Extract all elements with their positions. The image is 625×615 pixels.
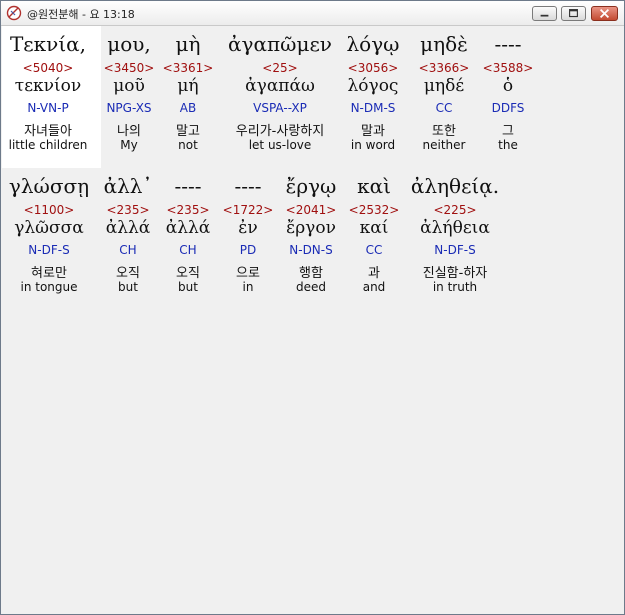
english-gloss: the bbox=[498, 138, 518, 152]
korean-gloss: 으로 bbox=[236, 266, 260, 281]
korean-gloss: 그 bbox=[502, 124, 514, 139]
greek-word: μου, bbox=[107, 32, 151, 56]
greek-word: ---- bbox=[174, 174, 202, 198]
strong-number: <235> bbox=[166, 203, 210, 217]
greek-word: ---- bbox=[494, 32, 522, 56]
korean-gloss: 나의 bbox=[117, 124, 141, 139]
english-gloss: and bbox=[362, 280, 386, 294]
strong-number: <1100> bbox=[23, 203, 75, 217]
greek-word: μηδὲ bbox=[420, 32, 468, 56]
parsing-code: CH bbox=[179, 243, 197, 257]
parsing-code: N-DM-S bbox=[350, 101, 396, 115]
parsing-code: AB bbox=[179, 101, 197, 115]
strong-number: <1722> bbox=[222, 203, 274, 217]
english-gloss: little children bbox=[8, 138, 88, 152]
parsing-code: CC bbox=[365, 243, 383, 257]
strong-number: <25> bbox=[262, 61, 298, 75]
strong-number: <3361> bbox=[162, 61, 214, 75]
greek-word: Τεκνία, bbox=[9, 32, 87, 56]
parsing-code: N-DN-S bbox=[289, 243, 333, 257]
app-icon bbox=[6, 5, 22, 21]
greek-word: ἀληθείᾳ. bbox=[410, 174, 500, 198]
greek-word: ἀλλ᾽ bbox=[103, 174, 153, 198]
greek-word: ἀγαπῶμεν bbox=[228, 32, 332, 56]
strong-number: <2532> bbox=[348, 203, 400, 217]
strong-number: <5040> bbox=[22, 61, 74, 75]
minimize-button[interactable] bbox=[532, 6, 557, 21]
strong-number: <3450> bbox=[103, 61, 155, 75]
greek-word: ἔργῳ bbox=[285, 174, 337, 198]
korean-gloss: 혀로만 bbox=[31, 266, 67, 281]
greek-word: ---- bbox=[234, 174, 262, 198]
strong-number: <235> bbox=[106, 203, 150, 217]
greek-word: καὶ bbox=[357, 174, 391, 198]
greek-word: γλώσσῃ bbox=[8, 174, 90, 198]
english-gloss: neither bbox=[422, 138, 466, 152]
korean-gloss: 자녀들아 bbox=[24, 124, 72, 139]
lemma: γλῶσσα bbox=[14, 218, 84, 238]
english-gloss: in tongue bbox=[20, 280, 78, 294]
lemma: ἀλήθεια bbox=[420, 218, 490, 238]
english-gloss: let us-love bbox=[248, 138, 312, 152]
lemma: ἐν bbox=[238, 218, 258, 238]
lemma: μηδέ bbox=[423, 76, 465, 96]
parsing-code: DDFS bbox=[491, 101, 525, 115]
strong-number: <225> bbox=[433, 203, 477, 217]
english-gloss: deed bbox=[296, 280, 326, 294]
strong-number: <2041> bbox=[285, 203, 337, 217]
english-gloss: in word bbox=[350, 138, 396, 152]
korean-gloss: 오직 bbox=[176, 266, 200, 281]
lemma: ἔργον bbox=[286, 218, 336, 238]
strong-number: <3366> bbox=[418, 61, 470, 75]
english-gloss: My bbox=[120, 138, 138, 152]
lemma: μή bbox=[177, 76, 199, 96]
window-title: @원전분해 - 요 13:18 bbox=[27, 8, 135, 21]
parsing-code: CH bbox=[119, 243, 137, 257]
korean-gloss: 과 bbox=[368, 266, 380, 281]
lemma: ὁ bbox=[502, 76, 514, 96]
english-gloss: but bbox=[118, 280, 138, 294]
lemma: τεκνίον bbox=[14, 76, 82, 96]
app-window: @원전분해 - 요 13:18 Τεκνία, <5040> τεκνίον N… bbox=[0, 0, 625, 615]
lemma: μοῦ bbox=[113, 76, 145, 96]
korean-gloss: 우리가-사랑하지 bbox=[235, 124, 325, 139]
lemma: ἀλλά bbox=[165, 218, 211, 238]
maximize-button[interactable] bbox=[561, 6, 586, 21]
strong-number: <3588> bbox=[482, 61, 534, 75]
greek-word: μὴ bbox=[175, 32, 201, 56]
lemma: ἀγαπάω bbox=[245, 76, 315, 96]
korean-gloss: 행함 bbox=[299, 266, 323, 281]
english-gloss: in truth bbox=[432, 280, 478, 294]
parsing-code: VSPA--XP bbox=[253, 101, 307, 115]
korean-gloss: 진실함-하자 bbox=[422, 266, 488, 281]
english-gloss: but bbox=[178, 280, 198, 294]
korean-gloss: 또한 bbox=[432, 124, 456, 139]
lemma: καί bbox=[359, 218, 389, 238]
parsing-code: N-DF-S bbox=[434, 243, 476, 257]
korean-gloss: 말과 bbox=[361, 124, 385, 139]
parsing-code: PD bbox=[239, 243, 257, 257]
lemma: ἀλλά bbox=[105, 218, 151, 238]
parsing-code: N-VN-P bbox=[27, 101, 69, 115]
parsing-code: NPG-XS bbox=[106, 101, 152, 115]
english-gloss: not bbox=[178, 138, 198, 152]
lemma: λόγος bbox=[347, 76, 399, 96]
english-gloss: in bbox=[242, 280, 254, 294]
strong-number: <3056> bbox=[347, 61, 399, 75]
close-button[interactable] bbox=[591, 6, 618, 21]
korean-gloss: 말고 bbox=[176, 124, 200, 139]
parsing-code: N-DF-S bbox=[28, 243, 70, 257]
interlinear-panel: Τεκνία, <5040> τεκνίον N-VN-P 자녀들아 littl… bbox=[2, 26, 623, 614]
greek-word: λόγῳ bbox=[346, 32, 400, 56]
parsing-code: CC bbox=[435, 101, 453, 115]
title-bar[interactable]: @원전분해 - 요 13:18 bbox=[1, 1, 624, 26]
korean-gloss: 오직 bbox=[116, 266, 140, 281]
